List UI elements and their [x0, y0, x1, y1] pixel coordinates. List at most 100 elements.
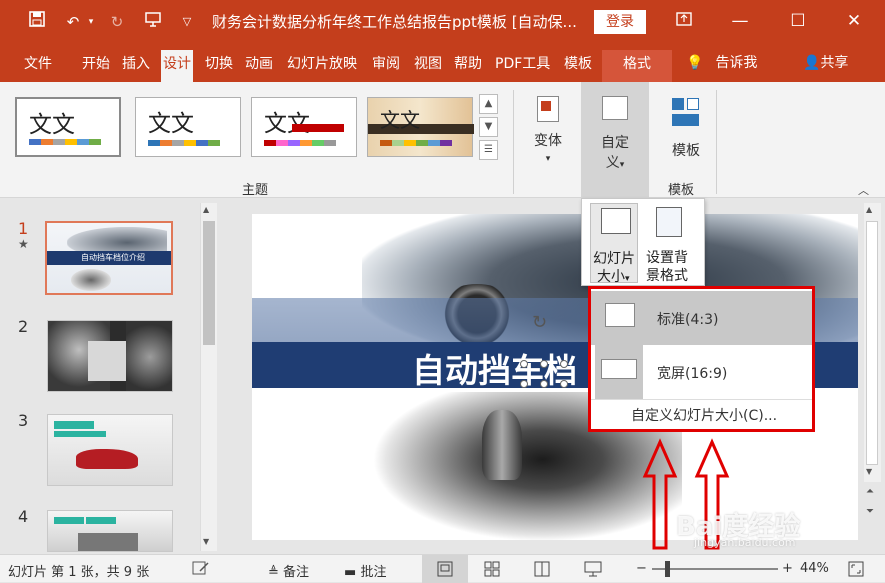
slide-number: 1: [18, 219, 29, 238]
gear-image: [126, 321, 172, 391]
tab-slideshow[interactable]: 幻灯片放映: [287, 52, 357, 76]
normal-view-icon: [437, 561, 453, 577]
resize-handle[interactable]: [540, 380, 548, 388]
red-car-image: [76, 449, 138, 469]
zoom-out-icon[interactable]: −: [636, 561, 647, 576]
tab-format[interactable]: 格式: [602, 50, 672, 82]
gear-image: [71, 269, 111, 291]
tab-insert[interactable]: 插入: [122, 52, 150, 76]
zoom-slider[interactable]: [652, 568, 778, 570]
gallery-down-icon[interactable]: ▼: [479, 117, 498, 137]
notes-button[interactable]: ≜ 备注: [268, 561, 309, 580]
slide-thumbnail-2[interactable]: [47, 320, 173, 392]
theme-text: 文文: [29, 112, 75, 138]
next-slide-icon[interactable]: ⏷: [866, 506, 874, 517]
customize-label-line2: 义▾: [605, 155, 625, 171]
comments-label: 批注: [360, 565, 387, 580]
spellcheck-icon[interactable]: [192, 561, 210, 579]
zoom-in-icon[interactable]: +: [782, 561, 793, 576]
resize-handle[interactable]: [520, 360, 528, 368]
login-button[interactable]: 登录: [594, 10, 646, 34]
slide-number: 2: [18, 317, 29, 336]
format-background-button[interactable]: 设置背 景格式: [644, 203, 700, 284]
canvas-scrollbar[interactable]: ▲ ▼: [864, 203, 881, 482]
slide-sorter-icon[interactable]: [484, 561, 500, 581]
tab-design[interactable]: 设计: [161, 50, 193, 82]
tell-me-label: 告诉我: [715, 55, 758, 71]
tell-me[interactable]: 💡 告诉我: [686, 52, 757, 72]
slide-size-button[interactable]: 幻灯片 大小▾: [590, 203, 638, 285]
save-icon[interactable]: [24, 10, 50, 34]
theme-gallery-scroll: ▲ ▼ ☰: [479, 94, 499, 160]
theme-thumbnail[interactable]: 文文: [135, 97, 241, 157]
tab-home[interactable]: 开始: [82, 52, 110, 76]
customize-button[interactable]: 自定 义▾: [581, 82, 649, 198]
group-theme-label: 主题: [242, 183, 269, 198]
ribbon: 文文 文文 文文 文文 ▲ ▼ ☰ 主题 变体 ▾ 自定 义▾ 模板 模板 ︿: [0, 82, 885, 198]
tab-transitions[interactable]: 切换: [205, 52, 233, 76]
car-image: [67, 227, 167, 253]
theme-text: 文文: [264, 111, 310, 137]
format-background-icon: [656, 207, 682, 237]
theme-thumbnail[interactable]: 文文: [251, 97, 357, 157]
resize-handle[interactable]: [560, 360, 568, 368]
theme-thumbnail[interactable]: 文文: [367, 97, 474, 157]
slide-title[interactable]: 自动挡车档: [412, 344, 577, 392]
scroll-up-icon[interactable]: ▲: [203, 205, 209, 214]
tab-review[interactable]: 审阅: [372, 52, 400, 76]
resize-handle[interactable]: [540, 360, 548, 368]
share-button[interactable]: 👤共享: [803, 52, 848, 72]
tab-help[interactable]: 帮助: [454, 52, 482, 76]
gallery-more-icon[interactable]: ☰: [479, 140, 498, 160]
tab-template[interactable]: 模板: [564, 52, 592, 76]
scroll-down-icon[interactable]: ▼: [203, 537, 209, 546]
prev-slide-icon[interactable]: ⏶: [866, 486, 874, 497]
resize-handle[interactable]: [520, 380, 528, 388]
tab-view[interactable]: 视图: [414, 52, 442, 76]
theme-colors: [29, 139, 101, 145]
group-template-label: 模板: [668, 183, 695, 198]
present-icon[interactable]: [140, 10, 166, 34]
maximize-button[interactable]: ☐: [780, 6, 816, 36]
arrow-up-icon: [642, 438, 678, 550]
reading-view-icon[interactable]: [534, 561, 550, 581]
customize-qat-icon[interactable]: ▽: [174, 10, 200, 34]
theme-thumbnail[interactable]: 文文: [15, 97, 121, 157]
tab-animations[interactable]: 动画: [245, 52, 273, 76]
custom-slide-size-item[interactable]: 自定义幻灯片大小(C)...: [631, 405, 777, 425]
close-button[interactable]: ✕: [836, 6, 872, 36]
template-button[interactable]: 模板: [660, 90, 712, 160]
theme-colors: [148, 140, 220, 146]
tab-pdf-tools[interactable]: PDF工具: [495, 52, 550, 76]
slideshow-view-icon[interactable]: [584, 561, 602, 581]
comments-button[interactable]: ▬ 批注: [344, 561, 386, 580]
group-separator: [513, 90, 514, 194]
thumbnail-scrollbar[interactable]: ▲ ▼: [200, 203, 217, 551]
undo-icon[interactable]: ↶: [60, 10, 86, 34]
menu-bar: 文件 开始 插入 设计 切换 动画 幻灯片放映 审阅 视图 帮助 PDF工具 模…: [0, 44, 885, 82]
scroll-thumb[interactable]: [203, 221, 215, 345]
normal-view-button[interactable]: [422, 555, 468, 583]
label-chip: [86, 517, 116, 524]
tab-file[interactable]: 文件: [24, 52, 52, 76]
resize-handle[interactable]: [560, 380, 568, 388]
chevron-down-icon[interactable]: ▾: [84, 10, 98, 34]
slide-thumbnail-1[interactable]: 自动挡车档位介绍: [45, 221, 173, 295]
redo-icon[interactable]: ↻: [104, 10, 130, 34]
option-standard[interactable]: 标准(4:3): [591, 291, 812, 345]
minimize-button[interactable]: —: [722, 6, 758, 36]
ribbon-display-icon[interactable]: [666, 6, 702, 36]
variant-button[interactable]: 变体 ▾: [524, 90, 572, 164]
slide-thumbnail-3[interactable]: [47, 414, 173, 486]
slide-thumbnail-4[interactable]: [47, 510, 173, 552]
zoom-level[interactable]: 44%: [800, 561, 829, 576]
scroll-thumb[interactable]: [866, 221, 878, 465]
fit-to-window-icon[interactable]: [848, 561, 864, 581]
gallery-up-icon[interactable]: ▲: [479, 94, 498, 114]
scroll-up-icon[interactable]: ▲: [866, 205, 872, 214]
option-widescreen[interactable]: 宽屏(16:9): [591, 345, 812, 399]
collapse-ribbon-icon[interactable]: ︿: [858, 182, 869, 198]
scroll-down-icon[interactable]: ▼: [866, 467, 872, 476]
zoom-slider-thumb[interactable]: [665, 561, 670, 577]
rotate-handle-icon[interactable]: ↻: [532, 312, 547, 333]
